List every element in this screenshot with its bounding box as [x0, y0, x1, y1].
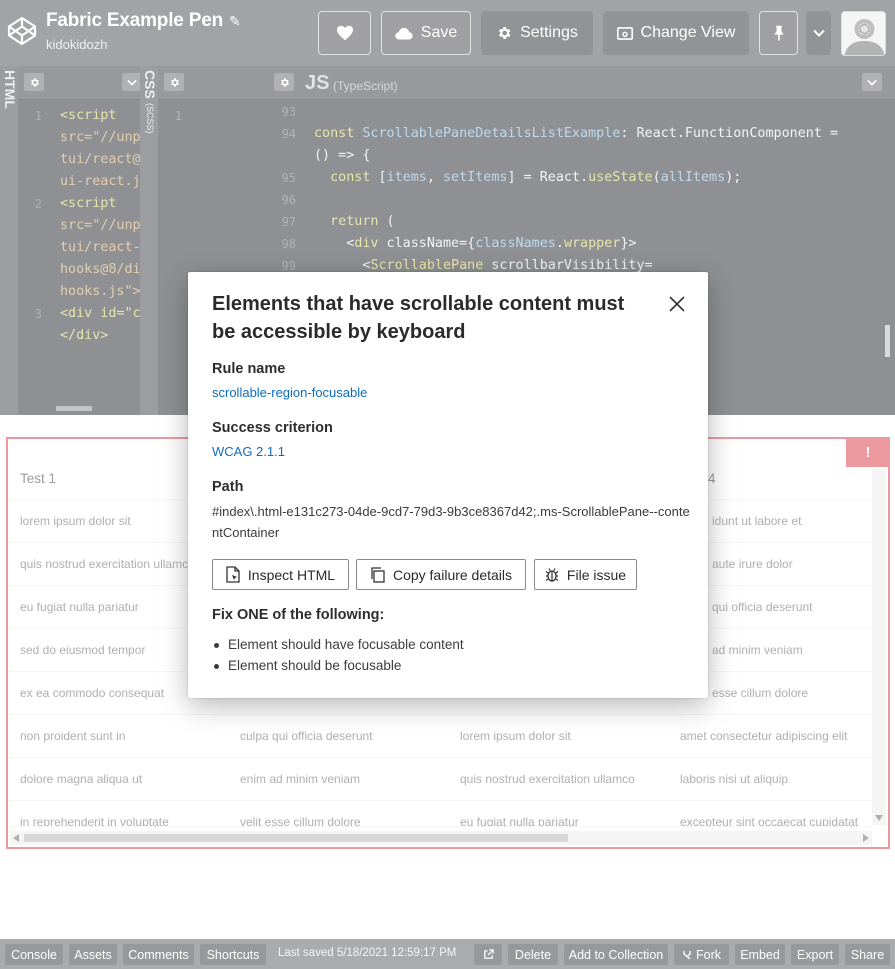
success-criterion-heading: Success criterion [212, 420, 333, 436]
file-issue-button[interactable]: File issue [534, 559, 637, 590]
fix-item-text: Element should be focusable [228, 658, 402, 673]
copy-failure-details-button[interactable]: Copy failure details [356, 559, 526, 590]
success-criterion-link[interactable]: WCAG 2.1.1 [212, 444, 285, 459]
copy-failure-details-label: Copy failure details [392, 566, 513, 583]
dialog-title: Elements that have scrollable content mu… [212, 293, 625, 343]
fix-heading: Fix ONE of the following: [212, 607, 385, 623]
fix-list: Element should have focusable content El… [212, 634, 464, 676]
fix-item-text: Element should have focusable content [228, 637, 464, 652]
list-item: Element should have focusable content [212, 634, 464, 655]
bug-icon [545, 568, 559, 582]
inspect-html-button[interactable]: Inspect HTML [212, 559, 349, 590]
rule-name-link[interactable]: scrollable-region-focusable [212, 385, 367, 400]
close-icon[interactable] [667, 294, 687, 314]
failure-details-dialog: Elements that have scrollable content mu… [188, 272, 708, 698]
path-heading: Path [212, 479, 244, 495]
copy-icon [371, 566, 385, 583]
inspect-html-label: Inspect HTML [247, 566, 336, 583]
inspect-document-icon [226, 566, 240, 583]
file-issue-label: File issue [566, 566, 627, 583]
list-item: Element should be focusable [212, 655, 464, 676]
bullet [214, 664, 219, 669]
path-value: #index\.html-e131c273-04de-9cd7-79d3-9b3… [212, 504, 690, 540]
rule-name-heading: Rule name [212, 361, 286, 377]
bullet [214, 643, 219, 648]
